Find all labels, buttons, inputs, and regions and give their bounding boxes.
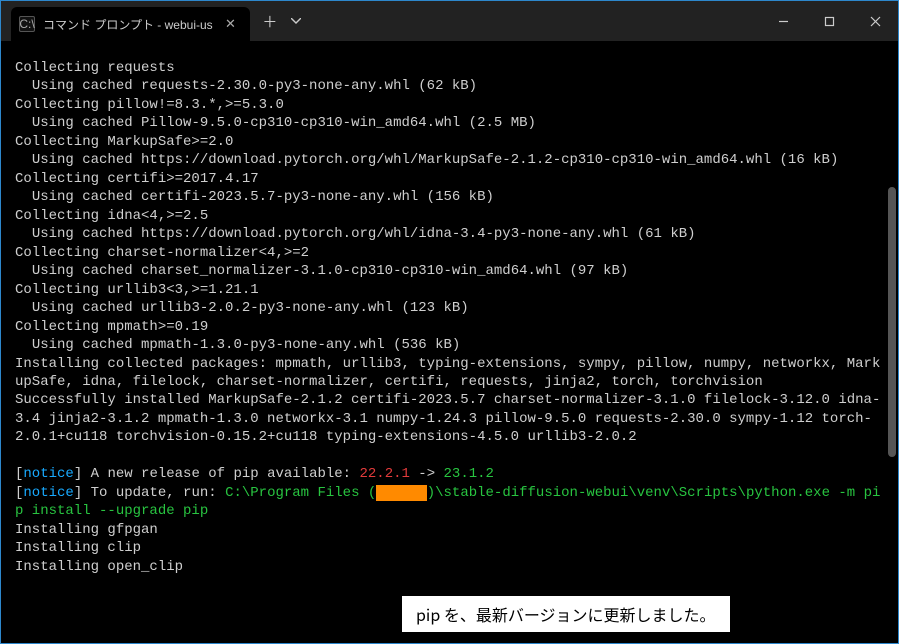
scrollbar-thumb[interactable] (888, 187, 896, 457)
close-button[interactable] (852, 1, 898, 41)
tab-title: コマンド プロンプト - webui-user.b (43, 16, 213, 33)
minimize-button[interactable] (760, 1, 806, 41)
titlebar: C:\ コマンド プロンプト - webui-user.b ✕ ＋ (1, 1, 898, 41)
tab-dropdown-button[interactable] (284, 7, 308, 35)
cmd-icon: C:\ (19, 16, 35, 32)
window-tab[interactable]: C:\ コマンド プロンプト - webui-user.b ✕ (11, 7, 250, 41)
scrollbar[interactable] (888, 47, 896, 637)
new-tab-button[interactable]: ＋ (256, 7, 284, 35)
window-controls (760, 1, 898, 41)
tab-close-button[interactable]: ✕ (221, 16, 240, 32)
notice-line-2: [notice] To update, run: C:\Program File… (15, 485, 880, 519)
notice-line-1: [notice] A new release of pip available:… (15, 466, 494, 482)
annotation-callout: pip を、最新バージョンに更新しました。 (401, 595, 731, 633)
maximize-button[interactable] (806, 1, 852, 41)
terminal-output[interactable]: Collecting requests Using cached request… (1, 41, 898, 643)
